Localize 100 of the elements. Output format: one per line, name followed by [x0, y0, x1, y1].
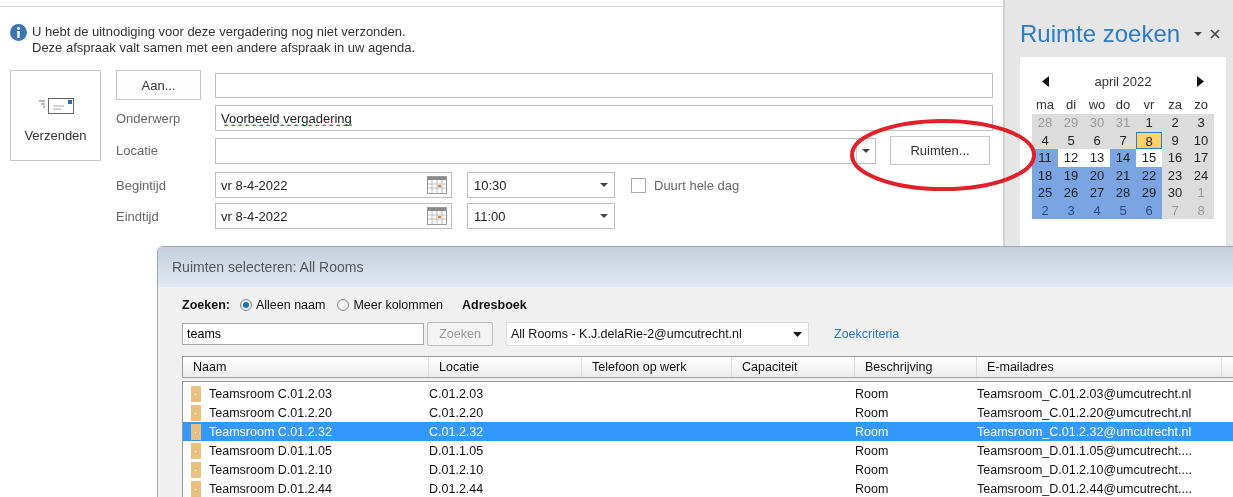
column-header[interactable]: Capaciteit — [732, 357, 855, 377]
radio-label[interactable]: Meer kolommen — [353, 298, 444, 312]
calendar-day[interactable]: 27 — [1084, 184, 1110, 202]
calendar-day[interactable]: 3 — [1188, 114, 1214, 132]
close-icon[interactable] — [1210, 29, 1221, 39]
table-cell: Teamsroom C.01.2.32 — [209, 424, 332, 439]
next-month-icon[interactable] — [1197, 75, 1204, 87]
table-row[interactable]: Teamsroom D.01.1.05 D.01.1.05 Room Teamsroom_D.01.1.05@umcutrecht.... — [183, 441, 1233, 460]
room-icon — [191, 461, 201, 478]
table-row[interactable]: Teamsroom C.01.2.20 C.01.2.20 Room Teamsroom_C.01.2.20@umcutrecht.nl — [183, 403, 1233, 422]
subject-field[interactable]: Voorbeeld vergadering — [215, 105, 993, 131]
table-cell-text: C.01.2.32 — [429, 424, 485, 439]
start-date-field[interactable]: vr 8-4-2022 — [215, 172, 452, 198]
weekday-label: di — [1064, 96, 1078, 114]
search-criteria-link[interactable]: Zoekcriteria — [834, 327, 900, 341]
to-button[interactable]: Aan... — [116, 70, 201, 100]
calendar-day[interactable]: 17 — [1188, 149, 1214, 167]
table-cell: Teamsroom D.01.1.05 — [209, 443, 332, 458]
table-cell: Teamsroom C.01.2.20 — [209, 405, 332, 420]
table-cell-text: Room — [855, 424, 890, 439]
table-cell: Teamsroom C.01.2.03 — [209, 386, 332, 401]
table-cell-text: D.01.2.44 — [429, 481, 485, 496]
pane-title: Ruimte zoeken — [1020, 20, 1181, 48]
start-label: Begintijd — [116, 177, 167, 193]
search-label: Zoeken: — [182, 298, 230, 312]
pane-menu-caret-icon — [1194, 32, 1203, 36]
weekday-label: wo — [1087, 96, 1107, 114]
table-cell-text: Room — [855, 481, 890, 496]
calendar-day[interactable]: 1 — [1136, 114, 1162, 132]
calendar-day[interactable]: 26 — [1058, 184, 1084, 202]
column-header[interactable]: Naam — [183, 357, 429, 377]
column-header[interactable]: Telefoon op werk — [582, 357, 732, 377]
addressbook-dropdown[interactable]: All Rooms - K.J.delaRie-2@umcutrecht.nl — [506, 322, 809, 346]
calendar-day[interactable]: 2 — [1162, 114, 1188, 132]
table-cell-text: D.01.1.05 — [429, 443, 485, 458]
send-button[interactable]: Verzenden — [10, 70, 101, 161]
all-day-checkbox[interactable] — [631, 177, 646, 193]
start-time-dropdown[interactable]: 10:30 — [467, 172, 615, 198]
table-cell-text: Room — [855, 443, 890, 458]
calendar-day[interactable]: 14 — [1110, 149, 1136, 167]
dropdown-caret-icon — [600, 214, 608, 218]
dropdown-caret-icon — [600, 183, 608, 187]
weekday-label: vr — [1142, 96, 1156, 114]
location-field[interactable] — [215, 137, 876, 164]
dropdown-caret-icon — [793, 331, 802, 337]
table-cell: Teamsroom D.01.2.10 — [209, 462, 332, 477]
table-cell-text: Room — [855, 462, 890, 477]
calendar-icon[interactable] — [427, 176, 447, 194]
end-time-dropdown[interactable]: 11:00 — [467, 203, 615, 229]
table-row[interactable]: Teamsroom C.01.2.03 C.01.2.03 Room Teamsroom_C.01.2.03@umcutrecht.nl — [183, 384, 1233, 403]
table-cell-text: Teamsroom_C.01.2.20@umcutrecht.nl — [977, 405, 1193, 420]
calendar-day[interactable]: 30 — [1162, 184, 1188, 202]
weekday-label: za — [1167, 96, 1183, 114]
end-date-field[interactable]: vr 8-4-2022 — [215, 203, 452, 229]
room-icon — [191, 404, 201, 421]
table-cell: Teamsroom D.01.2.44 — [209, 481, 332, 496]
radio-label[interactable]: Alleen naam — [255, 298, 326, 312]
table-cell-text: Teamsroom_C.01.2.32@umcutrecht.nl — [977, 424, 1193, 439]
room-icon — [191, 423, 201, 440]
table-row[interactable]: Teamsroom D.01.2.10 D.01.2.10 Room Teamsroom_D.01.2.10@umcutrecht.... — [183, 460, 1233, 479]
radio-button[interactable] — [337, 299, 350, 311]
room-icon — [191, 480, 201, 497]
to-field[interactable] — [215, 72, 993, 98]
calendar-icon[interactable] — [427, 207, 447, 225]
room-icon — [191, 442, 201, 459]
table-cell-text: Teamsroom_D.01.2.10@umcutrecht.... — [977, 462, 1193, 477]
dialog-title: Ruimten selecteren: All Rooms — [172, 259, 364, 275]
table-cell-text: C.01.2.20 — [429, 405, 485, 420]
info-message: U hebt de uitnodiging voor deze vergadering nog niet verzonden. — [32, 24, 407, 40]
subject-label: Onderwerp — [116, 110, 182, 126]
column-header[interactable]: Beschrijving — [855, 357, 977, 377]
month-title: april 2022 — [1094, 73, 1152, 89]
table-cell-text: Teamsroom_D.01.1.05@umcutrecht.... — [977, 443, 1193, 458]
weekday-label: zo — [1193, 96, 1209, 114]
table-cell-text: Teamsroom_D.01.2.44@umcutrecht.... — [977, 481, 1193, 496]
calendar-day[interactable]: 29 — [1136, 184, 1162, 202]
column-header[interactable]: Locatie — [429, 357, 582, 377]
location-label: Locatie — [116, 143, 159, 158]
table-cell-text: C.01.2.03 — [429, 386, 485, 401]
calendar-day[interactable]: 16 — [1162, 149, 1188, 167]
dropdown-caret-icon — [862, 148, 870, 153]
addressbook-label: Adresboek — [462, 298, 527, 312]
column-header[interactable]: E-mailadres — [977, 357, 1222, 377]
weekday-label: ma — [1034, 96, 1056, 114]
table-cell-text: Room — [855, 405, 890, 420]
info-message: Deze afspraak valt samen met een andere afspraak in uw agenda. — [32, 40, 415, 56]
table-cell-text: Room — [855, 386, 890, 401]
end-label: Eindtijd — [116, 208, 160, 224]
rooms-button[interactable]: Ruimten... — [890, 136, 990, 165]
search-field[interactable]: teams — [182, 323, 424, 345]
weekday-label: do — [1114, 96, 1132, 114]
table-cell-text: Teamsroom_C.01.2.03@umcutrecht.nl — [977, 386, 1193, 401]
calendar-day[interactable]: 28 — [1110, 184, 1136, 202]
info-icon — [10, 24, 27, 41]
room-icon — [191, 385, 201, 402]
table-row[interactable]: Teamsroom D.01.2.44 D.01.2.44 Room Teamsroom_D.01.2.44@umcutrecht.... — [183, 479, 1233, 497]
radio-button[interactable] — [239, 299, 252, 311]
calendar-day[interactable]: 25 — [1032, 184, 1058, 202]
previous-month-icon[interactable] — [1042, 75, 1049, 87]
all-day-label: Duurt hele dag — [654, 177, 740, 193]
